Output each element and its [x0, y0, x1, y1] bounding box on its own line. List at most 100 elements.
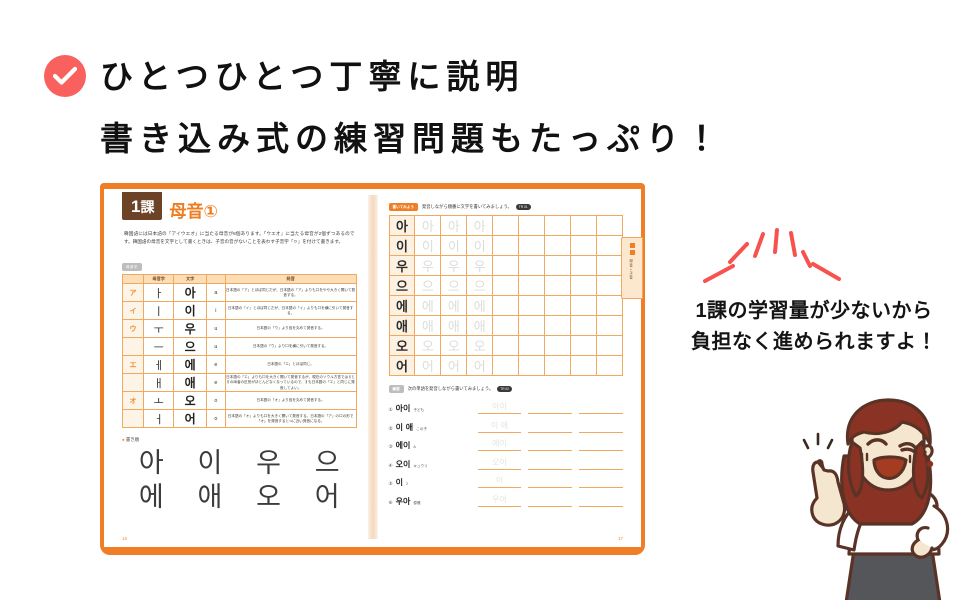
handwriting-blank-cell[interactable]	[518, 295, 546, 316]
word-exercise-write-slot[interactable]	[579, 495, 623, 507]
word-exercise-row: ②이 애 この子 이 애	[389, 421, 623, 433]
word-exercise-write-slot[interactable]	[528, 495, 573, 507]
handwriting-trace-cell[interactable]: 이	[414, 235, 442, 256]
word-exercise-write-slot[interactable]	[579, 421, 623, 433]
handwriting-blank-cell[interactable]	[518, 315, 546, 336]
handwriting-blank-cell[interactable]	[570, 235, 597, 256]
handwriting-blank-cell[interactable]	[492, 355, 520, 376]
handwriting-blank-cell[interactable]	[492, 335, 520, 356]
book-pages: 1課 母音① 韓国語には日本語の「アイウエオ」に当たる母音が8個あります。「ウエ…	[104, 189, 643, 547]
word-exercise-word: 우아	[395, 496, 411, 506]
handwriting-blank-cell[interactable]	[544, 235, 572, 256]
handwriting-blank-cell[interactable]	[492, 315, 520, 336]
handwriting-trace-cell[interactable]: 어	[466, 355, 494, 376]
handwriting-blank-cell[interactable]	[596, 335, 623, 356]
handwriting-trace-cell[interactable]: 에	[414, 295, 442, 316]
handwriting-blank-cell[interactable]	[544, 315, 572, 336]
handwriting-practice-grid: 아아아아이이이이우우우우으으으으에에에에애애애애오오오오어어어어	[388, 215, 623, 376]
word-exercise-write-slot[interactable]	[528, 402, 573, 414]
word-exercise-write-slot[interactable]: 우아	[477, 495, 522, 507]
handwriting-trace-cell[interactable]: 우	[440, 255, 468, 276]
word-exercise-write-slot[interactable]	[579, 458, 623, 470]
handwriting-trace-cell[interactable]: 우	[466, 255, 494, 276]
handwriting-trace-cell[interactable]: 애	[414, 315, 442, 336]
handwriting-trace-cell[interactable]: 으	[466, 275, 494, 296]
vowel-cell-jamo: ㅔ	[142, 355, 175, 375]
handwriting-trace-cell[interactable]: 아	[440, 215, 468, 236]
word-exercise-write-slot[interactable]	[579, 439, 623, 451]
handwriting-blank-cell[interactable]	[570, 215, 597, 236]
handwriting-blank-cell[interactable]	[544, 255, 572, 276]
handwriting-blank-cell[interactable]	[570, 355, 597, 376]
word-exercise-write-slot[interactable]	[579, 402, 623, 414]
word-exercise-write-slot[interactable]	[579, 476, 623, 488]
handwriting-blank-cell[interactable]	[596, 275, 623, 296]
handwriting-trace-cell[interactable]: 이	[440, 235, 468, 256]
handwriting-trace-cell[interactable]: 오	[466, 335, 494, 356]
th-jamo: 母音字	[142, 274, 175, 285]
handwriting-trace-cell[interactable]: 우	[414, 255, 442, 276]
handwriting-blank-cell[interactable]	[596, 255, 623, 276]
handwriting-blank-cell[interactable]	[596, 315, 623, 336]
handwriting-blank-cell[interactable]	[544, 295, 572, 316]
handwriting-trace-cell[interactable]: 어	[414, 355, 442, 376]
word-exercise-write-slot[interactable]	[528, 476, 573, 488]
handwriting-blank-cell[interactable]	[570, 255, 597, 276]
word-exercise-write-slot[interactable]: 아이	[477, 402, 522, 414]
handwriting-blank-cell[interactable]	[596, 235, 623, 256]
handwriting-blank-cell[interactable]	[596, 355, 623, 376]
handwriting-blank-cell[interactable]	[570, 275, 597, 296]
handwriting-blank-cell[interactable]	[544, 335, 572, 356]
word-exercise-row: ⑤이2이	[389, 476, 623, 488]
handwriting-blank-cell[interactable]	[544, 275, 572, 296]
side-tab-label: 母音・子音	[629, 259, 634, 280]
handwriting-blank-cell[interactable]	[492, 235, 520, 256]
handwriting-blank-cell[interactable]	[570, 315, 597, 336]
handwriting-blank-cell[interactable]	[492, 275, 520, 296]
handwriting-trace-cell[interactable]: 에	[440, 295, 468, 316]
handwriting-blank-cell[interactable]	[518, 235, 546, 256]
handwriting-blank-cell[interactable]	[570, 335, 597, 356]
handwriting-trace-cell[interactable]: 어	[440, 355, 468, 376]
handwriting-blank-cell[interactable]	[518, 335, 546, 356]
handwriting-blank-cell[interactable]	[518, 255, 546, 276]
word-exercise-word: 에이	[395, 441, 411, 450]
handwriting-trace-cell[interactable]: 오	[440, 335, 468, 356]
handwriting-trace-cell[interactable]: 아	[414, 215, 442, 236]
handwriting-trace-cell[interactable]: 오	[414, 335, 442, 356]
handwriting-blank-cell[interactable]	[518, 275, 546, 296]
handwriting-trace-cell[interactable]: 애	[440, 315, 468, 336]
handwriting-blank-cell[interactable]	[570, 295, 597, 316]
handwriting-trace-cell[interactable]: 아	[466, 215, 494, 236]
word-exercise-write-slot[interactable]: 이	[477, 476, 522, 488]
word-exercise-write-slot[interactable]	[528, 458, 573, 470]
handwriting-trace-cell[interactable]: 으	[440, 275, 468, 296]
handwriting-trace-cell[interactable]: 에	[466, 295, 494, 316]
word-exercise-write-slot[interactable]: 오이	[477, 458, 522, 470]
handwriting-blank-cell[interactable]	[518, 355, 546, 376]
vowel-cell-romanization: e	[206, 373, 226, 393]
handwriting-blank-cell[interactable]	[492, 215, 520, 236]
word-exercise-gloss: 2	[406, 482, 408, 486]
handwriting-blank-cell[interactable]	[596, 215, 623, 236]
side-tab-marker-icon	[629, 250, 635, 255]
handwriting-trace-cell[interactable]: 애	[466, 315, 494, 336]
word-exercise-write-slot[interactable]	[528, 439, 573, 451]
bullet-dot-icon: ●	[122, 437, 125, 443]
stroke-order-label-text: 書き順	[125, 437, 140, 443]
vowel-table-header-row: 母音字 文字 発音	[122, 274, 357, 285]
handwriting-blank-cell[interactable]	[518, 215, 546, 236]
handwriting-blank-cell[interactable]	[596, 295, 623, 316]
handwriting-trace-cell[interactable]: 이	[466, 235, 494, 256]
handwriting-blank-cell[interactable]	[544, 355, 572, 376]
handwriting-blank-cell[interactable]	[544, 215, 572, 236]
word-exercise-write-slot[interactable]: 에이	[477, 439, 522, 451]
handwriting-trace-cell[interactable]: 으	[414, 275, 442, 296]
word-exercise-write-slot[interactable]: 이 애	[477, 421, 522, 433]
handwriting-blank-cell[interactable]	[492, 255, 520, 276]
vowel-cell-romanization: u	[206, 319, 226, 339]
headline-row-1: ひとつひとつ丁寧に説明	[44, 48, 904, 104]
vowel-cell-char: 오	[173, 391, 208, 411]
word-exercise-write-slot[interactable]	[528, 421, 573, 433]
handwriting-blank-cell[interactable]	[492, 295, 520, 316]
